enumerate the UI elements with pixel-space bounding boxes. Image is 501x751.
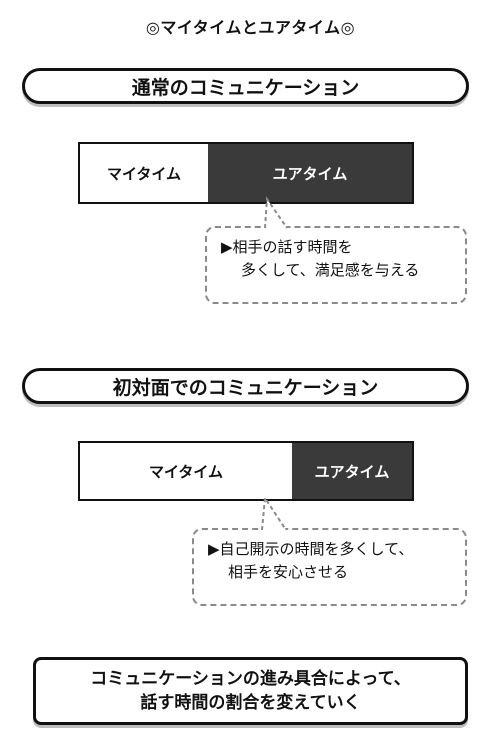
time-bar-first-meeting: マイタイム ユアタイム (78, 441, 414, 501)
callout-line-2: 相手を安心させる (228, 563, 349, 581)
section-heading-normal: 通常のコミュニケーション (22, 68, 469, 104)
callout-line-2: 多くして、満足感を与える (241, 261, 420, 279)
callout-line-1: ▶相手の話す時間を (221, 238, 353, 256)
time-bar-normal: マイタイム ユアタイム (78, 142, 414, 204)
callout-pointer-first-meeting (261, 495, 287, 531)
callout-pointer-normal (264, 196, 288, 229)
summary-line-2: 話す時間の割合を変えていく (140, 693, 361, 713)
my-time-segment: マイタイム (80, 443, 292, 499)
callout-line-1: ▶自己開示の時間を多くして、 (208, 540, 414, 558)
summary-box: コミュニケーションの進み具合によって、 話す時間の割合を変えていく (33, 657, 468, 725)
my-time-segment: マイタイム (80, 144, 208, 202)
your-time-segment: ユアタイム (208, 144, 412, 202)
your-time-segment: ユアタイム (292, 443, 412, 499)
callout-first-meeting: ▶自己開示の時間を多くして、 相手を安心させる (192, 528, 467, 606)
section-heading-first-meeting: 初対面でのコミュニケーション (22, 368, 469, 404)
marker-icon: ▶ (221, 238, 233, 256)
summary-line-1: コミュニケーションの進み具合によって、 (90, 669, 411, 689)
callout-normal: ▶相手の話す時間を 多くして、満足感を与える (205, 226, 467, 304)
page-title: ◎マイタイムとユアタイム◎ (145, 18, 356, 37)
marker-icon: ▶ (208, 540, 220, 558)
